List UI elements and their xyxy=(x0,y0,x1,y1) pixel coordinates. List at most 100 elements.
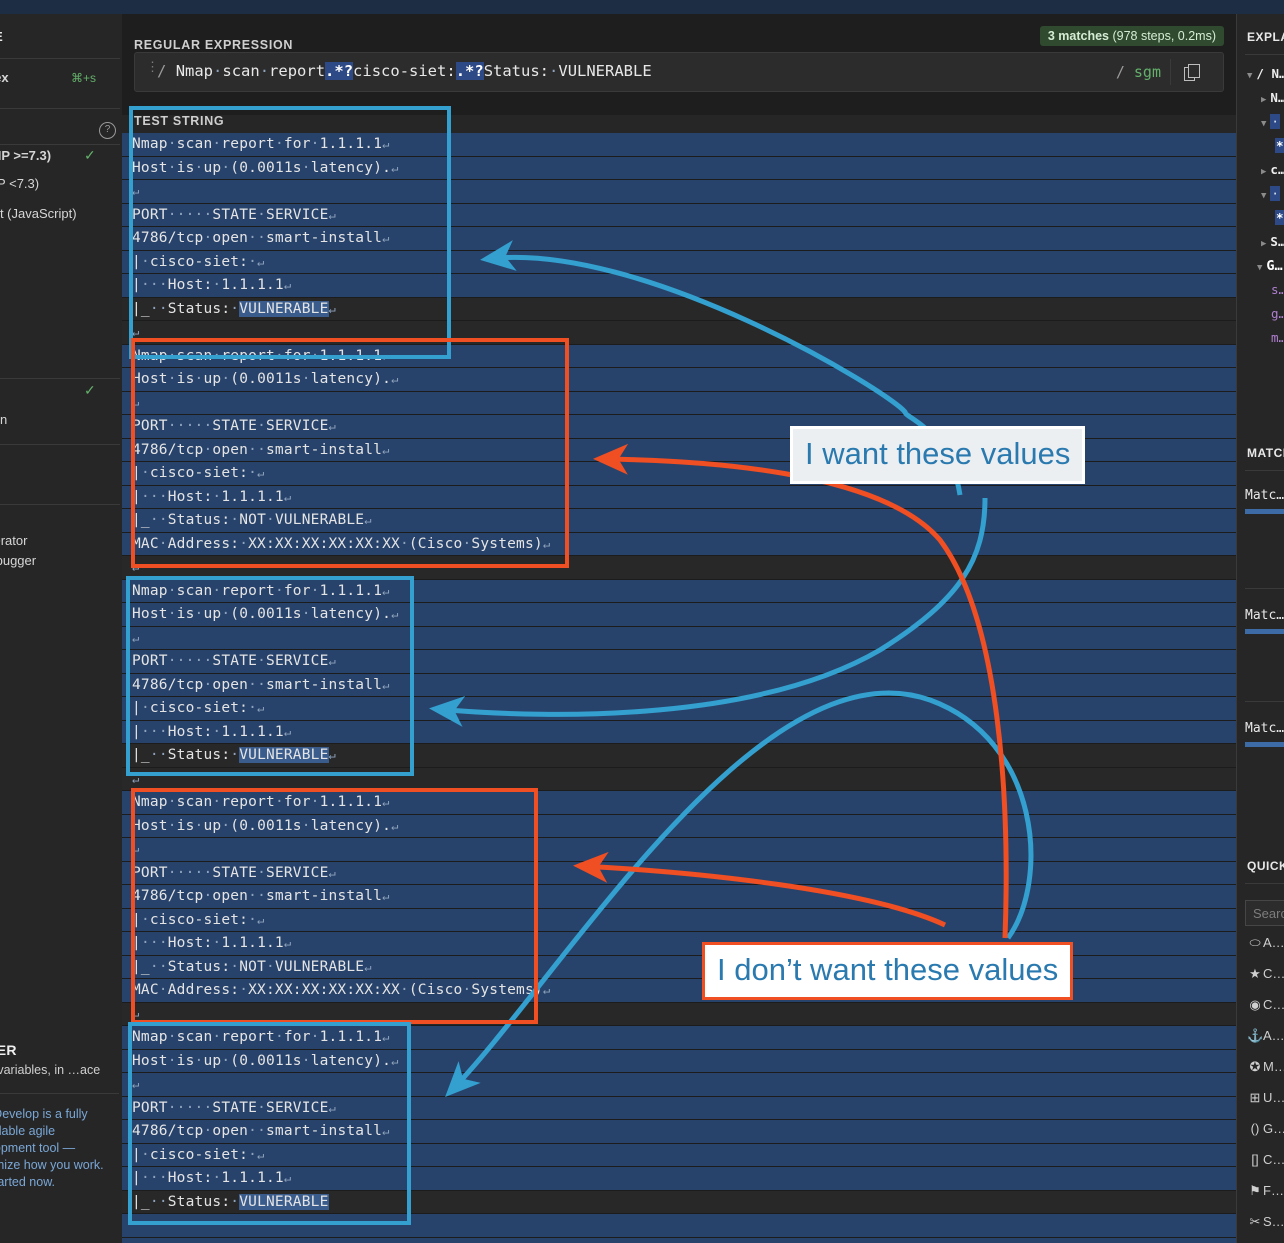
quick-item-all-tokens[interactable]: ⬭ A… xyxy=(1247,935,1284,951)
editor-line[interactable]: |_··Status:·VULNERABLE↵ xyxy=(122,744,1236,768)
quick-item-flags[interactable]: ⚑ F… xyxy=(1247,1183,1284,1199)
explain-row[interactable]: ▼ · xyxy=(1261,114,1280,129)
editor-line[interactable]: ↵ xyxy=(122,1073,1236,1097)
explain-token: * xyxy=(1275,210,1284,225)
editor-line-text: |···Host:·1.1.1.1↵ xyxy=(132,488,292,505)
explain-row[interactable]: ▶ S… xyxy=(1261,234,1284,249)
editor-line[interactable]: ↵ xyxy=(122,391,1236,415)
editor-line[interactable] xyxy=(122,1237,1236,1243)
editor-line[interactable]: 4786/tcp·open··smart-install↵ xyxy=(122,885,1236,909)
regex-input[interactable]: ⋮ / Nmap·scan·report.*?cisco-siet:.*?Sta… xyxy=(134,52,1224,92)
editor-line[interactable]: |·cisco-siet:·↵ xyxy=(122,908,1236,932)
sidebar-item-save-regex[interactable]: …egex xyxy=(0,70,9,85)
sidebar-item-flavor-php73[interactable]: …(PHP >=7.3) xyxy=(0,148,51,163)
editor-line[interactable]: Host·is·up·(0.0011s·latency).↵ xyxy=(122,156,1236,180)
explain-label: N… xyxy=(1270,90,1284,105)
explain-row[interactable]: ▼ / N… xyxy=(1247,66,1284,81)
editor-line[interactable]: Nmap·scan·report·for·1.1.1.1↵ xyxy=(122,133,1236,157)
editor-line[interactable]: 4786/tcp·open··smart-install↵ xyxy=(122,1120,1236,1144)
help-icon[interactable]: ? xyxy=(99,122,116,139)
quick-item-character-classes[interactable]: [] C… xyxy=(1247,1152,1284,1167)
quick-item-meta-sequences[interactable]: ✪M… xyxy=(1247,1059,1284,1075)
chevron-right-icon: ▶ xyxy=(1261,167,1267,177)
editor-line[interactable]: |·cisco-siet:·↵ xyxy=(122,697,1236,721)
meta-icon: ✪ xyxy=(1249,1059,1261,1074)
editor-line-text: PORT·····STATE·SERVICE↵ xyxy=(132,206,336,223)
editor-line[interactable]: |_··Status:·VULNERABLE↵ xyxy=(122,297,1236,321)
editor-line[interactable]: ↵ xyxy=(122,556,1236,580)
match-count-badge: 3 matches (978 steps, 0.2ms) xyxy=(1039,26,1224,46)
divider xyxy=(1245,701,1284,702)
editor-line[interactable]: |·cisco-siet:·↵ xyxy=(122,1143,1236,1167)
editor-line[interactable]: ↵ xyxy=(122,626,1236,650)
editor-line[interactable]: PORT·····STATE·SERVICE↵ xyxy=(122,861,1236,885)
editor-line[interactable]: |_··Status:·NOT·VULNERABLE↵ xyxy=(122,509,1236,533)
explain-row[interactable]: ▶ c… xyxy=(1261,162,1284,177)
editor-line[interactable]: PORT·····STATE·SERVICE↵ xyxy=(122,1096,1236,1120)
copy-regex-button[interactable] xyxy=(1170,59,1215,85)
main-panel: REGULAR EXPRESSION 3 matches (978 steps,… xyxy=(122,14,1236,1243)
sidebar-item-flavor-javascript[interactable]: …cript (JavaScript) xyxy=(0,206,77,221)
editor-line[interactable]: ↵ xyxy=(122,180,1236,204)
editor-line[interactable]: ↵ xyxy=(122,321,1236,345)
sidebar-item-flavor-php-old[interactable]: …PHP <7.3) xyxy=(0,176,39,191)
match-item[interactable]: Matc… xyxy=(1245,608,1284,623)
editor-line[interactable]: 4786/tcp·open··smart-install↵ xyxy=(122,227,1236,251)
explain-label: c… xyxy=(1270,162,1284,177)
quick-item-substitution[interactable]: ✂ S… xyxy=(1247,1214,1284,1230)
editor-line[interactable]: Nmap·scan·report·for·1.1.1.1↵ xyxy=(122,579,1236,603)
editor-line[interactable]: Host·is·up·(0.0011s·latency).↵ xyxy=(122,814,1236,838)
editor-line[interactable]: |···Host:·1.1.1.1↵ xyxy=(122,1167,1236,1191)
match-count: 3 matches xyxy=(1047,29,1109,43)
editor-line[interactable]: 4786/tcp·open··smart-install↵ xyxy=(122,673,1236,697)
editor-line-text: ↵ xyxy=(132,771,140,786)
editor-line[interactable]: |·cisco-siet:·↵ xyxy=(122,250,1236,274)
quick-item-anchors[interactable]: ⚓A… xyxy=(1247,1028,1284,1044)
sidebar-item-substitution[interactable]: …ution xyxy=(0,412,7,427)
editor-line[interactable]: Nmap·scan·report·for·1.1.1.1↵ xyxy=(122,791,1236,815)
test-string-editor[interactable]: Nmap·scan·report·for·1.1.1.1↵ Host·is·up·… xyxy=(122,115,1236,1243)
editor-line[interactable]: ↵ xyxy=(122,1002,1236,1026)
sidebar-item-label: …ution xyxy=(0,412,8,427)
editor-line[interactable]: Host·is·up·(0.0011s·latency).↵ xyxy=(122,368,1236,392)
editor-line[interactable]: |_··Status:·VULNERABLE xyxy=(122,1190,1236,1214)
editor-line[interactable]: MAC·Address:·XX:XX:XX:XX:XX:XX·(Cisco·Sy… xyxy=(122,532,1236,556)
editor-line[interactable]: Host·is·up·(0.0011s·latency).↵ xyxy=(122,1049,1236,1073)
editor-line-text: |·cisco-siet:·↵ xyxy=(132,465,265,481)
sidebar-item-code-generator[interactable]: …enerator xyxy=(0,533,27,548)
editor-line-text: ↵ xyxy=(132,630,140,645)
editor-line-text: |_··Status:·VULNERABLE xyxy=(132,1193,329,1210)
editor-line[interactable]: |···Host:·1.1.1.1↵ xyxy=(122,720,1236,744)
editor-line[interactable]: |···Host:·1.1.1.1↵ xyxy=(122,274,1236,298)
explain-row[interactable]: * xyxy=(1275,138,1284,153)
explain-row[interactable]: * xyxy=(1275,210,1284,225)
chevron-right-icon: ▶ xyxy=(1261,239,1267,249)
editor-line[interactable]: PORT·····STATE·SERVICE↵ xyxy=(122,203,1236,227)
editor-line[interactable]: PORT·····STATE·SERVICE↵ xyxy=(122,650,1236,674)
match-item[interactable]: Matc… xyxy=(1245,488,1284,503)
match-item[interactable]: Matc… xyxy=(1245,721,1284,736)
quick-item-general-tokens[interactable]: ◉ C… xyxy=(1247,997,1284,1013)
explain-row[interactable]: ▼ G… xyxy=(1257,258,1283,274)
editor-line[interactable]: ↵ xyxy=(122,767,1236,791)
explain-row[interactable]: ▼ · xyxy=(1261,186,1280,201)
editor-line-text: |·cisco-siet:·↵ xyxy=(132,1146,265,1163)
explain-row[interactable]: ▶ N… xyxy=(1261,90,1284,105)
editor-line[interactable]: Nmap·scan·report·for·1.1.1.1↵ xyxy=(122,1026,1236,1050)
editor-line-text: Nmap·scan·report·for·1.1.1.1↵ xyxy=(132,1029,390,1045)
quick-item-common-tokens[interactable]: ★ C… xyxy=(1247,966,1284,982)
editor-line[interactable]: ↵ xyxy=(122,838,1236,862)
editor-line[interactable]: Host·is·up·(0.0011s·latency).↵ xyxy=(122,603,1236,627)
quick-item-groups[interactable]: () G… xyxy=(1247,1121,1284,1136)
quick-item-unicode[interactable]: ⊞ U… xyxy=(1247,1090,1284,1106)
regex-flags[interactable]: / sgm xyxy=(1116,63,1161,81)
match-detail: (978 steps, 0.2ms) xyxy=(1109,29,1216,43)
sidebar-item-regex-debugger[interactable]: …Debugger xyxy=(0,553,36,568)
editor-line-text: Nmap·scan·report·for·1.1.1.1↵ xyxy=(132,582,390,599)
editor-line[interactable]: |···Host:·1.1.1.1↵ xyxy=(122,485,1236,509)
sidebar-promo[interactable]: …PLER …ent variables, in …ace Aha! Devel… xyxy=(0,1042,122,1191)
editor-line[interactable]: Nmap·scan·report·for·1.1.1.1↵ xyxy=(122,344,1236,368)
editor-line[interactable] xyxy=(122,1214,1236,1238)
quick-item-label: A… xyxy=(1263,935,1284,950)
quick-reference-search-input[interactable]: Searc… xyxy=(1245,900,1284,926)
